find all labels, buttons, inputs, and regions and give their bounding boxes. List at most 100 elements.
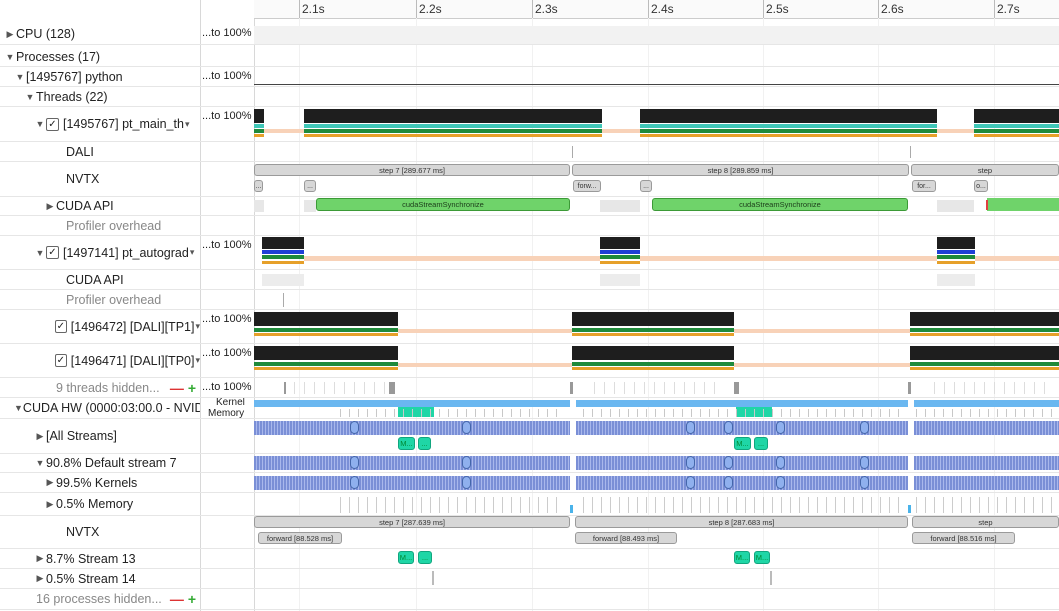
kernel-cluster-marker[interactable] <box>350 456 359 469</box>
show-plus-icon[interactable]: + <box>188 380 196 396</box>
kernel-cluster-marker[interactable] <box>462 476 471 489</box>
tree-row[interactable]: Profiler overhead <box>0 216 200 236</box>
memcpy-op[interactable]: M... <box>734 437 751 450</box>
tree-row[interactable]: DALI <box>0 142 200 162</box>
nvtx-step-range[interactable]: step 8 [289.859 ms] <box>572 164 909 176</box>
kernel-cluster-marker[interactable] <box>724 476 733 489</box>
nvtx-sub-range[interactable]: ... <box>254 180 263 192</box>
tree-row[interactable]: ▼ Processes (17) <box>0 47 200 67</box>
tree-row[interactable]: ▶ 0.5% Stream 14 <box>0 569 200 589</box>
collapse-triangle-icon[interactable]: ▼ <box>14 72 26 82</box>
gpu-nvtx-forward-range[interactable]: forward [88.528 ms] <box>258 532 342 544</box>
kernel-cluster-marker[interactable] <box>724 456 733 469</box>
collapse-triangle-icon[interactable]: ▼ <box>34 119 46 129</box>
kernel-cluster-marker[interactable] <box>462 456 471 469</box>
kernel-cluster-marker[interactable] <box>462 421 471 434</box>
tree-row[interactable]: 16 processes hidden... — + <box>0 589 200 610</box>
kernel-cluster-marker[interactable] <box>686 421 695 434</box>
stream13-memop[interactable]: ... <box>418 551 432 564</box>
tree-row[interactable]: ▶ 99.5% Kernels <box>0 473 200 493</box>
expand-triangle-icon[interactable]: ▶ <box>34 573 46 584</box>
tree-row[interactable]: ▼ Threads (22) <box>0 87 200 107</box>
hide-minus-icon[interactable]: — <box>170 380 184 396</box>
nvtx-sub-range[interactable]: ... <box>640 180 652 192</box>
tree-row[interactable]: ▶ 8.7% Stream 13 <box>0 549 200 569</box>
expand-triangle-icon[interactable]: ▶ <box>44 499 56 510</box>
autograd-activity-block <box>600 237 640 249</box>
kernel-cluster-marker[interactable] <box>724 421 733 434</box>
stream13-memop[interactable]: M... <box>734 551 750 564</box>
collapse-triangle-icon[interactable]: ▼ <box>4 52 16 62</box>
tree-row[interactable]: ✓ [1496472] [DALI][TP1] ▾ <box>0 310 200 344</box>
kernel-cluster-marker[interactable] <box>860 476 869 489</box>
thread-dropdown-icon[interactable]: ▾ <box>190 247 195 258</box>
tree-row[interactable]: 9 threads hidden... — + <box>0 378 200 398</box>
tree-row[interactable]: NVTX <box>0 162 200 197</box>
tree-row[interactable]: ▶ 0.5% Memory <box>0 493 200 516</box>
expand-triangle-icon[interactable]: ▶ <box>34 553 46 564</box>
gpu-nvtx-step-range[interactable]: step 7 [287.639 ms] <box>254 516 570 528</box>
nvtx-step-range[interactable]: step 7 [289.677 ms] <box>254 164 570 176</box>
thread-activity-block <box>640 109 937 123</box>
collapse-triangle-icon[interactable]: ▼ <box>14 403 23 413</box>
tree-row[interactable]: NVTX <box>0 516 200 549</box>
expand-triangle-icon[interactable]: ▶ <box>44 201 56 212</box>
kernel-cluster-marker[interactable] <box>686 476 695 489</box>
kernel-cluster-marker[interactable] <box>350 476 359 489</box>
gpu-nvtx-forward-range[interactable]: forward [88.516 ms] <box>912 532 1015 544</box>
stream13-memop[interactable]: M... <box>754 551 770 564</box>
tree-row[interactable]: Profiler overhead <box>0 290 200 310</box>
thread-checkbox[interactable]: ✓ <box>46 117 59 131</box>
hidden-thread-tick <box>674 382 675 394</box>
kernel-cluster-marker[interactable] <box>776 476 785 489</box>
show-plus-icon[interactable]: + <box>188 591 196 607</box>
kernel-cluster-marker[interactable] <box>350 421 359 434</box>
collapse-triangle-icon[interactable]: ▼ <box>34 458 46 468</box>
memory-row-tick <box>655 497 656 513</box>
nvtx-sub-range[interactable]: ... <box>304 180 316 192</box>
hidden-thread-tick <box>734 382 739 394</box>
nvtx-sub-range[interactable]: forw... <box>573 180 601 192</box>
thread-dropdown-icon[interactable]: ▾ <box>185 119 190 130</box>
tree-row[interactable]: ✓ [1496471] [DALI][TP0] ▾ <box>0 344 200 378</box>
memcpy-op[interactable]: M... <box>398 437 415 450</box>
thread-checkbox[interactable]: ✓ <box>46 246 59 259</box>
kernel-cluster-marker[interactable] <box>860 456 869 469</box>
cuda-stream-synchronize-call[interactable]: cudaStreamSynchronize <box>652 198 908 211</box>
kernel-cluster-marker[interactable] <box>776 456 785 469</box>
cuda-stream-synchronize-call[interactable]: cudaStreamSynchronize <box>316 198 570 211</box>
tree-row[interactable]: CUDA API <box>0 270 200 290</box>
nvtx-step-range[interactable]: step <box>911 164 1059 176</box>
gpu-nvtx-forward-range[interactable]: forward [88.493 ms] <box>575 532 677 544</box>
memcpy-op[interactable]: ... <box>754 437 768 450</box>
expand-triangle-icon[interactable]: ▶ <box>34 431 46 442</box>
thread-checkbox[interactable]: ✓ <box>54 320 67 333</box>
thread-state-green <box>640 129 937 133</box>
kernel-cluster-marker[interactable] <box>776 421 785 434</box>
tree-row[interactable]: ▼ [1495767] python <box>0 67 200 87</box>
collapse-triangle-icon[interactable]: ▼ <box>24 92 36 102</box>
nvtx-sub-range[interactable]: o... <box>974 180 988 192</box>
tree-row[interactable]: ▶ CPU (128) <box>0 24 200 45</box>
memcpy-op[interactable]: ... <box>418 437 431 450</box>
stream13-memop[interactable]: M... <box>398 551 414 564</box>
tree-row-label: 16 processes hidden... <box>36 592 162 606</box>
expand-triangle-icon[interactable]: ▶ <box>44 477 56 488</box>
timeline-view[interactable]: 2.1s 2.2s 2.3s 2.4s 2.5s 2.6s 2.7s step 7 [289.… <box>254 0 1059 611</box>
gpu-memory-tick <box>394 409 395 417</box>
tree-row[interactable]: ▶ CUDA API <box>0 197 200 216</box>
collapse-triangle-icon[interactable]: ▼ <box>34 248 46 258</box>
gpu-nvtx-step-range[interactable]: step <box>912 516 1059 528</box>
gpu-nvtx-step-range[interactable]: step 8 [287.683 ms] <box>575 516 908 528</box>
kernel-cluster-marker[interactable] <box>686 456 695 469</box>
tree-row[interactable]: ▼ ✓ [1495767] pt_main_th ▾ <box>0 107 200 142</box>
tree-row[interactable]: ▼ 90.8% Default stream 7 <box>0 454 200 473</box>
hide-minus-icon[interactable]: — <box>170 591 184 607</box>
thread-checkbox[interactable]: ✓ <box>54 354 67 367</box>
kernel-cluster-marker[interactable] <box>860 421 869 434</box>
nvtx-sub-range[interactable]: for... <box>912 180 936 192</box>
tree-row[interactable]: ▼ CUDA HW (0000:03:00.0 - NVIDIA <box>0 398 200 419</box>
tree-row[interactable]: ▶ [All Streams] <box>0 419 200 454</box>
expand-triangle-icon[interactable]: ▶ <box>4 29 16 40</box>
tree-row[interactable]: ▼ ✓ [1497141] pt_autograd ▾ <box>0 236 200 270</box>
